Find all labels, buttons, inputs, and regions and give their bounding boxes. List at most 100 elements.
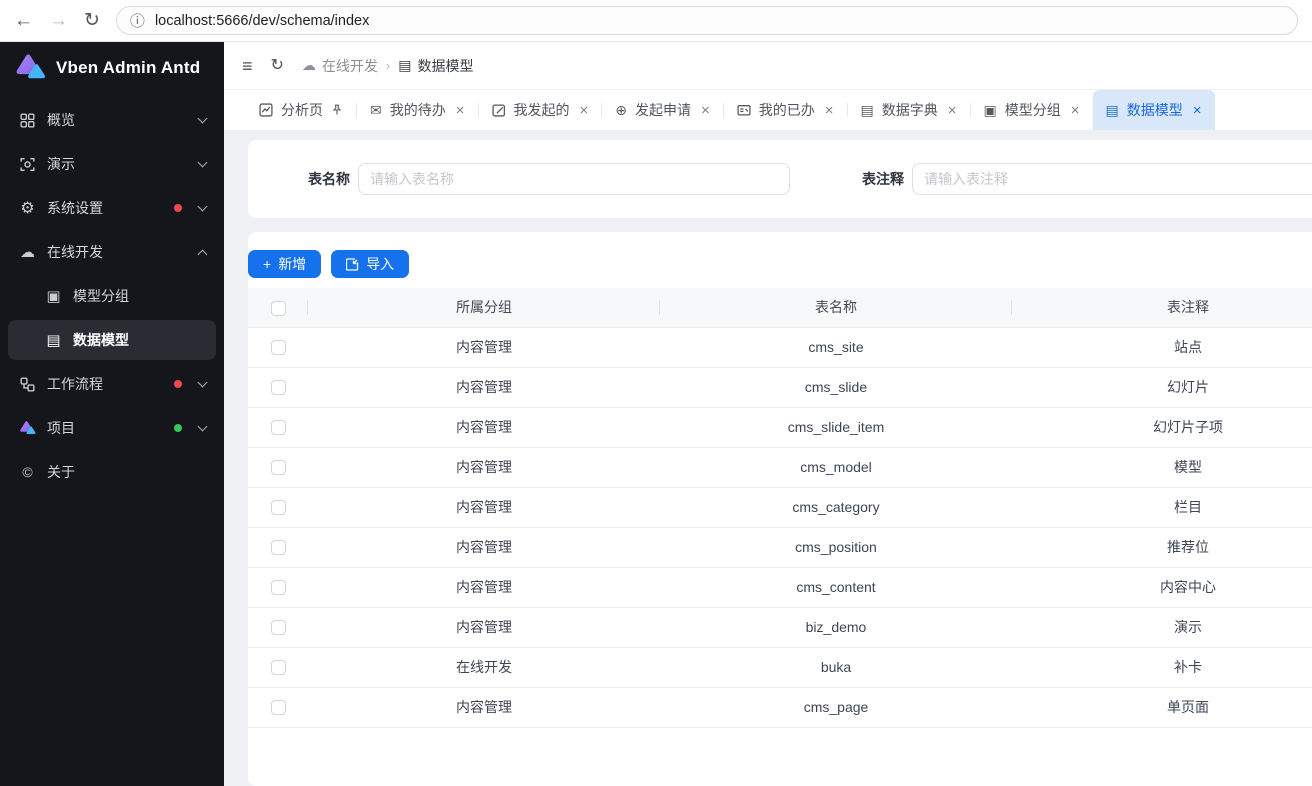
tab-label: 数据模型	[1126, 102, 1183, 118]
sidebar-item-data-model[interactable]: ▤ 数据模型	[8, 320, 216, 360]
cloud-icon: ☁	[20, 244, 35, 261]
browser-back-icon[interactable]: ←	[14, 11, 33, 30]
tab-my-initiated[interactable]: 我发起的 ×	[479, 90, 602, 130]
cell-table-comment: 补卡	[1012, 647, 1312, 688]
cell-table-name: cms_position	[660, 527, 1012, 568]
table-row[interactable]: 内容管理 cms_position 推荐位	[248, 527, 1312, 568]
tab-my-done[interactable]: 我的已办 ×	[724, 90, 847, 130]
tab-label: 数据字典	[881, 102, 938, 118]
table-row[interactable]: 内容管理 biz_demo 演示	[248, 607, 1312, 648]
app-logo[interactable]: Vben Admin Antd	[0, 42, 224, 94]
group-icon: ▣	[983, 101, 997, 118]
project-logo-icon	[18, 420, 37, 436]
breadcrumb-label: 数据模型	[417, 57, 474, 74]
table-row[interactable]: 内容管理 cms_category 栏目	[248, 487, 1312, 528]
breadcrumb-data-model[interactable]: ▤ 数据模型	[398, 56, 473, 76]
close-icon[interactable]: ×	[948, 103, 957, 118]
sidebar-item-project[interactable]: 项目	[8, 408, 216, 448]
chevron-down-icon	[197, 157, 208, 168]
table-comment-input[interactable]	[912, 163, 1312, 195]
browser-refresh-icon[interactable]: ↻	[84, 11, 100, 30]
table-row[interactable]: 在线开发 buka 补卡	[248, 647, 1312, 688]
table-row[interactable]: 内容管理 cms_model 模型	[248, 447, 1312, 488]
table-name-field: 表名称	[264, 163, 790, 195]
row-checkbox[interactable]	[270, 580, 286, 596]
breadcrumb-online-dev[interactable]: ☁ 在线开发	[302, 56, 378, 76]
row-checkbox[interactable]	[270, 420, 286, 436]
plus-icon: +	[263, 256, 272, 272]
field-label: 表名称	[308, 171, 350, 187]
sidebar-item-workflow[interactable]: 工作流程	[8, 364, 216, 404]
sidebar-item-about[interactable]: © 关于	[8, 452, 216, 492]
row-checkbox[interactable]	[270, 540, 286, 556]
sidebar-item-demo[interactable]: 演示	[8, 144, 216, 184]
table-row[interactable]: 内容管理 cms_page 单页面	[248, 687, 1312, 728]
cell-table-name: cms_site	[660, 327, 1012, 368]
table-row[interactable]: 内容管理 cms_content 内容中心	[248, 567, 1312, 608]
row-checkbox[interactable]	[270, 700, 286, 716]
cell-group: 内容管理	[308, 607, 660, 648]
column-header-group[interactable]: 所属分组	[308, 288, 660, 328]
page-refresh-icon[interactable]: ↻	[271, 57, 284, 74]
table-header-row: 所属分组 表名称 表注释	[248, 288, 1312, 328]
column-header-table-name[interactable]: 表名称	[660, 288, 1012, 328]
add-button-label: 新增	[278, 256, 307, 272]
chevron-down-icon	[197, 201, 208, 212]
hamburger-menu-icon[interactable]: ≡	[242, 57, 253, 75]
sidebar-item-label: 模型分组	[73, 288, 129, 304]
close-icon[interactable]: ×	[1071, 103, 1080, 118]
data-table: 所属分组 表名称 表注释 内容管理 cms_site 站点 内容管理 cms_s…	[248, 288, 1312, 728]
table-row[interactable]: 内容管理 cms_site 站点	[248, 327, 1312, 368]
chevron-up-icon	[197, 249, 208, 259]
cell-group: 内容管理	[308, 487, 660, 528]
column-header-table-comment[interactable]: 表注释	[1012, 288, 1312, 328]
tab-start-request[interactable]: ⊕ 发起申请 ×	[602, 90, 723, 130]
app-title: Vben Admin Antd	[56, 58, 201, 77]
browser-chrome: ← → ↻ ⓘ localhost:5666/dev/schema/index	[0, 0, 1312, 42]
table-name-input[interactable]	[358, 163, 790, 195]
cloud-icon: ☁	[301, 57, 316, 73]
sidebar-item-label: 概览	[47, 112, 75, 128]
add-button[interactable]: + 新增	[248, 250, 322, 278]
sidebar-item-overview[interactable]: 概览	[8, 100, 216, 140]
tab-data-model[interactable]: ▤ 数据模型 ×	[1092, 90, 1215, 130]
chevron-down-icon	[197, 113, 208, 124]
sidebar-item-label: 关于	[47, 464, 75, 480]
page: ← → ↻ ⓘ localhost:5666/dev/schema/index …	[0, 0, 1312, 786]
sidebar-item-system-settings[interactable]: ⚙ 系统设置	[8, 188, 216, 228]
edit-icon	[491, 103, 506, 117]
row-checkbox[interactable]	[270, 660, 286, 676]
row-checkbox[interactable]	[270, 340, 286, 356]
url-text[interactable]: localhost:5666/dev/schema/index	[155, 13, 369, 29]
import-button[interactable]: 导入	[331, 250, 410, 278]
close-icon[interactable]: ×	[1193, 103, 1202, 118]
close-icon[interactable]: ×	[825, 103, 834, 118]
close-icon[interactable]: ×	[701, 103, 710, 118]
table-row[interactable]: 内容管理 cms_slide 幻灯片	[248, 367, 1312, 408]
cell-table-name: cms_slide_item	[660, 407, 1012, 448]
row-checkbox[interactable]	[270, 460, 286, 476]
browser-forward-icon[interactable]: →	[49, 11, 68, 30]
row-checkbox[interactable]	[270, 380, 286, 396]
row-checkbox[interactable]	[270, 620, 286, 636]
row-checkbox[interactable]	[270, 500, 286, 516]
site-info-icon[interactable]: ⓘ	[130, 10, 145, 31]
cell-table-comment: 栏目	[1012, 487, 1312, 528]
close-icon[interactable]: ×	[580, 103, 589, 118]
tab-analysis[interactable]: 分析页	[246, 90, 356, 130]
pin-icon[interactable]	[331, 104, 343, 116]
red-badge-dot	[174, 380, 182, 388]
tab-my-todo[interactable]: ✉ 我的待办 ×	[357, 90, 478, 130]
tab-model-group[interactable]: ▣ 模型分组 ×	[971, 90, 1093, 130]
address-bar[interactable]: ⓘ localhost:5666/dev/schema/index	[115, 6, 1298, 35]
workflow-icon	[18, 376, 37, 392]
table-row[interactable]: 内容管理 cms_slide_item 幻灯片子项	[248, 407, 1312, 448]
scan-icon	[18, 157, 37, 172]
tab-bar: 分析页 ✉ 我的待办 × 我发起的 × ⊕ 发起申请 × 我的已办 × ▤ 数据…	[224, 90, 1312, 130]
sidebar-item-online-dev[interactable]: ☁ 在线开发	[8, 232, 216, 272]
close-icon[interactable]: ×	[456, 103, 465, 118]
tab-data-dictionary[interactable]: ▤ 数据字典 ×	[848, 90, 970, 130]
select-all-checkbox[interactable]	[270, 300, 286, 316]
table-toolbar: + 新增 导入	[248, 250, 1312, 278]
sidebar-item-model-group[interactable]: ▣ 模型分组	[8, 276, 216, 316]
